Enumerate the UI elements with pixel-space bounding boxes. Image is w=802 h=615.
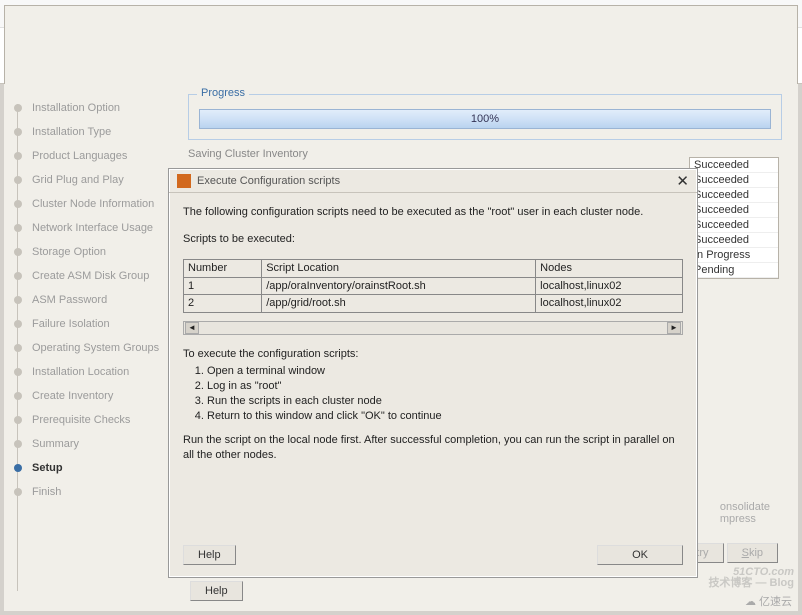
dialog-ok-button[interactable]: OK	[597, 545, 683, 565]
help-button[interactable]: Help	[190, 581, 243, 601]
step-bullet-icon	[14, 392, 22, 400]
step-label: Grid Plug and Play	[32, 174, 124, 186]
step-bullet-icon	[14, 272, 22, 280]
step-bullet-icon	[14, 200, 22, 208]
sidebar-step: Network Interface Usage	[14, 216, 172, 240]
step-bullet-icon	[14, 464, 22, 472]
step-label: Network Interface Usage	[32, 222, 153, 234]
progress-group: Progress 100%	[188, 94, 782, 140]
sidebar-step: Create Inventory	[14, 384, 172, 408]
sidebar-step: Grid Plug and Play	[14, 168, 172, 192]
sidebar-step: Summary	[14, 432, 172, 456]
sidebar-step: Product Languages	[14, 144, 172, 168]
sidebar-step: ASM Password	[14, 288, 172, 312]
col-nodes: Nodes	[536, 259, 683, 277]
instruction-item: Return to this window and click "OK" to …	[207, 409, 683, 424]
step-bullet-icon	[14, 416, 22, 424]
step-label: Storage Option	[32, 246, 106, 258]
scripts-label: Scripts to be executed:	[183, 232, 683, 247]
dialog-footer: Help OK	[183, 545, 683, 565]
scripts-table: Number Script Location Nodes 1/app/oraIn…	[183, 259, 683, 314]
dialog-intro: The following configuration scripts need…	[183, 205, 683, 220]
status-list: SucceededSucceededSucceededSucceededSucc…	[689, 157, 779, 279]
step-label: Create Inventory	[32, 390, 113, 402]
step-bullet-icon	[14, 440, 22, 448]
step-label: Product Languages	[32, 150, 127, 162]
progress-legend: Progress	[197, 87, 249, 99]
scroll-right-icon[interactable]: ►	[667, 322, 681, 334]
horizontal-scrollbar[interactable]: ◄ ►	[183, 321, 683, 335]
col-number: Number	[184, 259, 262, 277]
dialog-close-icon[interactable]: ✕	[676, 172, 689, 190]
status-item: Succeeded	[690, 173, 778, 188]
sidebar-step: Cluster Node Information	[14, 192, 172, 216]
step-label: Prerequisite Checks	[32, 414, 130, 426]
sidebar-step: Operating System Groups	[14, 336, 172, 360]
instruction-item: Log in as "root"	[207, 379, 683, 394]
cloud-icon: ☁	[745, 595, 756, 608]
step-label: Installation Option	[32, 102, 120, 114]
status-item: Succeeded	[690, 203, 778, 218]
sidebar-step: Installation Type	[14, 120, 172, 144]
sidebar-step: Setup	[14, 456, 172, 480]
sidebar-step: Installation Location	[14, 360, 172, 384]
step-label: Failure Isolation	[32, 318, 110, 330]
step-label: Operating System Groups	[32, 342, 159, 354]
dialog-body: The following configuration scripts need…	[169, 193, 697, 521]
instructions-title: To execute the configuration scripts:	[183, 347, 683, 362]
step-bullet-icon	[14, 320, 22, 328]
instruction-item: Open a terminal window	[207, 364, 683, 379]
step-bullet-icon	[14, 176, 22, 184]
step-bullet-icon	[14, 128, 22, 136]
step-bullet-icon	[14, 152, 22, 160]
step-bullet-icon	[14, 488, 22, 496]
step-bullet-icon	[14, 344, 22, 352]
status-item: Succeeded	[690, 233, 778, 248]
status-item: Pending	[690, 263, 778, 278]
wizard-sidebar: Installation Option Installation Type Prod…	[4, 84, 172, 611]
sidebar-step: Installation Option	[14, 96, 172, 120]
sidebar-step: Storage Option	[14, 240, 172, 264]
step-label: Installation Location	[32, 366, 129, 378]
sidebar-step: Finish	[14, 480, 172, 504]
dialog-titlebar: Execute Configuration scripts ✕	[169, 169, 697, 193]
status-item: In Progress	[690, 248, 778, 263]
progress-bar: 100%	[199, 109, 771, 129]
dialog-icon	[177, 174, 191, 188]
step-bullet-icon	[14, 368, 22, 376]
table-row: 1/app/oraInventory/orainstRoot.shlocalho…	[184, 277, 683, 295]
scroll-left-icon[interactable]: ◄	[185, 322, 199, 334]
execute-scripts-dialog: Execute Configuration scripts ✕ The foll…	[168, 168, 698, 578]
status-item: Succeeded	[690, 218, 778, 233]
step-bullet-icon	[14, 224, 22, 232]
instruction-item: Run the scripts in each cluster node	[207, 394, 683, 409]
status-item: Succeeded	[690, 158, 778, 173]
step-label: Finish	[32, 486, 61, 498]
cloud-badge: ☁ 亿速云	[745, 593, 792, 609]
instructions-list: Open a terminal windowLog in as "root"Ru…	[207, 364, 683, 423]
col-location: Script Location	[262, 259, 536, 277]
dialog-title: Execute Configuration scripts	[197, 175, 676, 187]
dialog-help-button[interactable]: Help	[183, 545, 236, 565]
step-label: Setup	[32, 462, 63, 474]
sidebar-step: Prerequisite Checks	[14, 408, 172, 432]
step-label: ASM Password	[32, 294, 107, 306]
sidebar-step: Create ASM Disk Group	[14, 264, 172, 288]
step-bullet-icon	[14, 104, 22, 112]
dialog-note: Run the script on the local node first. …	[183, 433, 683, 463]
table-row: 2/app/grid/root.shlocalhost,linux02	[184, 295, 683, 313]
wizard-footer: Help	[190, 581, 780, 601]
status-item: Succeeded	[690, 188, 778, 203]
step-bullet-icon	[14, 248, 22, 256]
step-bullet-icon	[14, 296, 22, 304]
step-label: Installation Type	[32, 126, 111, 138]
step-label: Summary	[32, 438, 79, 450]
step-label: Create ASM Disk Group	[32, 270, 149, 282]
step-label: Cluster Node Information	[32, 198, 154, 210]
skip-button[interactable]: Skip	[727, 543, 778, 563]
sidebar-step: Failure Isolation	[14, 312, 172, 336]
